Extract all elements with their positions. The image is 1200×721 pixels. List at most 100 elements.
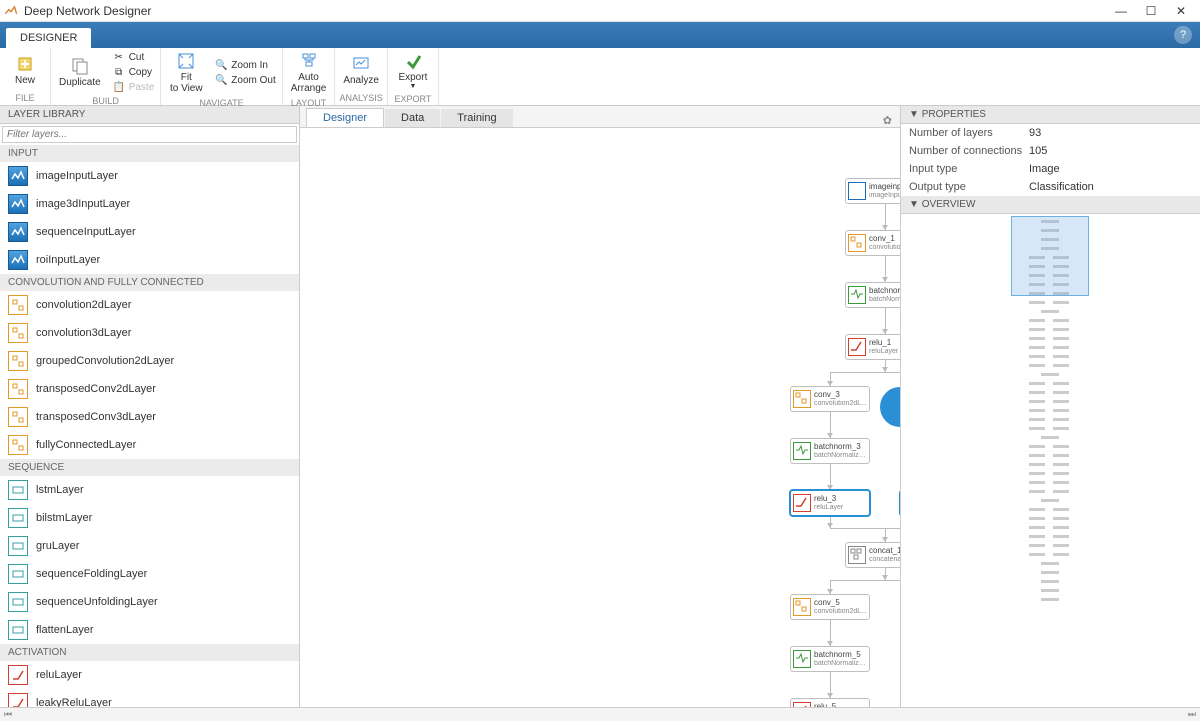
- layer-item[interactable]: sequenceFoldingLayer: [0, 560, 299, 588]
- network-node-conv_5[interactable]: conv_5convolution2dL...: [790, 594, 870, 620]
- auto-arrange-icon: [300, 52, 318, 70]
- canvas-tab-training[interactable]: Training: [441, 109, 512, 127]
- layer-list[interactable]: INPUTimageInputLayerimage3dInputLayerseq…: [0, 145, 299, 707]
- ribbon: New FILE Duplicate ✂Cut ⧉Copy 📋Paste BUI…: [0, 48, 1200, 106]
- layer-item[interactable]: convolution3dLayer: [0, 319, 299, 347]
- group-analysis-label: ANALYSIS: [335, 93, 387, 105]
- layer-item[interactable]: imageInputLayer: [0, 162, 299, 190]
- overview-title: ▼ OVERVIEW: [901, 196, 1200, 214]
- network-node-batchnorm_3[interactable]: batchnorm_3batchNormaliza...: [790, 438, 870, 464]
- layer-item[interactable]: transposedConv3dLayer: [0, 403, 299, 431]
- network-node-conv_1[interactable]: conv_1convolution2dL...: [845, 230, 900, 256]
- duplicate-button[interactable]: Duplicate: [55, 55, 105, 90]
- layer-label: sequenceInputLayer: [36, 226, 136, 238]
- tab-designer[interactable]: DESIGNER: [6, 28, 91, 48]
- network-node-conv_3[interactable]: conv_3convolution2dL...: [790, 386, 870, 412]
- node-type: reluLayer: [814, 504, 843, 512]
- layer-item[interactable]: sequenceInputLayer: [0, 218, 299, 246]
- analyze-button[interactable]: Analyze: [339, 53, 383, 88]
- new-button[interactable]: New: [4, 53, 46, 88]
- property-value: Classification: [1029, 181, 1094, 193]
- node-icon: [848, 286, 866, 304]
- canvas-settings-icon[interactable]: ✿: [883, 114, 892, 127]
- layer-item[interactable]: roiInputLayer: [0, 246, 299, 274]
- layer-item[interactable]: gruLayer: [0, 532, 299, 560]
- layer-item[interactable]: leakyReluLayer: [0, 689, 299, 707]
- layer-label: sequenceUnfoldingLayer: [36, 596, 158, 608]
- layer-item[interactable]: lstmLayer: [0, 476, 299, 504]
- property-row: Output typeClassification: [901, 178, 1200, 196]
- paste-icon: 📋: [113, 81, 125, 93]
- export-button[interactable]: Export ▼: [392, 50, 434, 92]
- node-icon: [848, 338, 866, 356]
- properties-list: Number of layers93 Number of connections1…: [901, 124, 1200, 196]
- layer-item[interactable]: transposedConv2dLayer: [0, 375, 299, 403]
- node-name: relu_3: [814, 495, 843, 504]
- network-node-relu_1[interactable]: relu_1reluLayer: [845, 334, 900, 360]
- network-node-batchnorm_1[interactable]: batchnorm_1batchNormaliza...: [845, 282, 900, 308]
- layer-label: convolution2dLayer: [36, 299, 131, 311]
- layer-icon: [8, 564, 28, 584]
- property-key: Input type: [909, 163, 1029, 175]
- overview-map[interactable]: [901, 214, 1200, 707]
- layer-item[interactable]: sequenceUnfoldingLayer: [0, 588, 299, 616]
- help-button[interactable]: ?: [1174, 26, 1192, 44]
- layer-label: imageInputLayer: [36, 170, 118, 182]
- main-area: LAYER LIBRARY INPUTimageInputLayerimage3…: [0, 106, 1200, 707]
- layer-icon: [8, 295, 28, 315]
- fit-to-view-button[interactable]: Fit to View: [165, 50, 207, 96]
- node-icon: [793, 650, 811, 668]
- layer-item[interactable]: flattenLayer: [0, 616, 299, 644]
- layer-library-panel: LAYER LIBRARY INPUTimageInputLayerimage3…: [0, 106, 300, 707]
- property-value: 105: [1029, 145, 1047, 157]
- layer-label: reluLayer: [36, 669, 82, 681]
- layer-icon: [8, 508, 28, 528]
- layer-item[interactable]: reluLayer: [0, 661, 299, 689]
- maximize-button[interactable]: ☐: [1136, 4, 1166, 18]
- copy-button[interactable]: ⧉Copy: [111, 65, 157, 79]
- close-button[interactable]: ✕: [1166, 4, 1196, 18]
- network-node-batchnorm_5[interactable]: batchnorm_5batchNormaliza...: [790, 646, 870, 672]
- property-key: Number of connections: [909, 145, 1029, 157]
- layer-icon: [8, 435, 28, 455]
- layer-item[interactable]: bilstmLayer: [0, 504, 299, 532]
- layer-item[interactable]: convolution2dLayer: [0, 291, 299, 319]
- network-node-relu_5[interactable]: relu_5reluLayer: [790, 698, 870, 707]
- layer-icon: [8, 222, 28, 242]
- group-export-label: EXPORT: [388, 94, 438, 105]
- layer-icon: [8, 407, 28, 427]
- designer-canvas-panel: Designer Data Training ✿ imageinputimage…: [300, 106, 900, 707]
- network-canvas[interactable]: imageinputimageInputLayer conv_1convoluti…: [300, 128, 900, 707]
- layer-item[interactable]: fullyConnectedLayer: [0, 431, 299, 459]
- auto-arrange-button[interactable]: Auto Arrange: [287, 50, 331, 96]
- filter-layers-input[interactable]: [2, 126, 297, 143]
- zoom-out-button[interactable]: 🔍Zoom Out: [213, 74, 277, 88]
- layer-item[interactable]: image3dInputLayer: [0, 190, 299, 218]
- group-file-label: FILE: [0, 93, 50, 105]
- network-node-imageinput[interactable]: imageinputimageInputLayer: [845, 178, 900, 204]
- copy-icon: ⧉: [113, 66, 125, 78]
- node-type: batchNormaliza...: [814, 660, 867, 668]
- property-row: Number of layers93: [901, 124, 1200, 142]
- layer-item[interactable]: groupedConvolution2dLayer: [0, 347, 299, 375]
- window-title: Deep Network Designer: [24, 4, 1106, 18]
- node-name: conv_1: [869, 235, 900, 244]
- paste-button[interactable]: 📋Paste: [111, 80, 157, 94]
- canvas-tab-designer[interactable]: Designer: [306, 108, 384, 127]
- layer-label: roiInputLayer: [36, 254, 100, 266]
- cut-button[interactable]: ✂Cut: [111, 50, 157, 64]
- layer-label: leakyReluLayer: [36, 697, 112, 707]
- canvas-tabs: Designer Data Training ✿: [300, 106, 900, 128]
- node-name: relu_1: [869, 339, 898, 348]
- zoom-in-button[interactable]: 🔍Zoom In: [213, 59, 277, 73]
- layer-icon: [8, 194, 28, 214]
- canvas-tab-data[interactable]: Data: [385, 109, 440, 127]
- node-name: batchnorm_5: [814, 651, 867, 660]
- scroll-right-icon[interactable]: ⏭: [1188, 709, 1196, 720]
- node-icon: [848, 182, 866, 200]
- scroll-left-icon[interactable]: ⏮: [4, 709, 12, 720]
- minimize-button[interactable]: —: [1106, 4, 1136, 18]
- node-icon: [793, 598, 811, 616]
- network-node-concat_1[interactable]: concat_1concatenationL...: [845, 542, 900, 568]
- network-node-relu_3[interactable]: relu_3reluLayer: [790, 490, 870, 516]
